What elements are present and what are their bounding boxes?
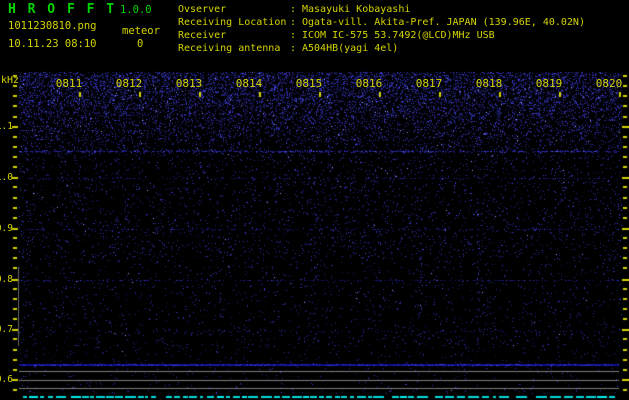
y-axis-unit-label: kHz: [1, 75, 20, 86]
info-label: Receiver: [178, 30, 227, 41]
info-value: Ogata-vill. Akita-Pref. JAPAN (139.96E, …: [302, 17, 585, 28]
app-title: H R O F F T: [8, 2, 117, 17]
meteor-counter-value: 0: [137, 38, 144, 50]
info-separator: :: [290, 4, 297, 15]
info-label: Ovserver: [178, 4, 227, 15]
time-label: 0817: [415, 77, 443, 90]
info-row-antenna: Receiving antenna: A504HB(yagi 4el): [178, 42, 585, 55]
time-label: 0811: [55, 77, 83, 90]
info-row-observer: Ovserver: Masayuki Kobayashi: [178, 3, 585, 16]
info-separator: :: [290, 17, 297, 28]
freq-label: 1.1: [0, 121, 13, 132]
station-info-block: Ovserver: Masayuki Kobayashi Receiving Lo…: [178, 3, 585, 55]
freq-label: 0.6: [0, 374, 13, 385]
info-label: Receiving Location: [178, 17, 287, 28]
time-label: 0819: [535, 77, 563, 90]
time-label: 0816: [355, 77, 383, 90]
freq-label: 0.9: [0, 223, 13, 234]
time-label: 0812: [115, 77, 143, 90]
info-value: A504HB(yagi 4el): [302, 43, 399, 54]
meteor-counter-label: meteor: [122, 25, 160, 37]
time-label: 0820: [595, 77, 623, 90]
hrofft-output-screen: H R O F F T 1.0.0 1011230810.png meteor …: [0, 0, 629, 400]
freq-label: 1.0: [0, 172, 13, 183]
spectrogram-canvas: [0, 0, 629, 400]
app-version: 1.0.0: [120, 4, 152, 16]
freq-label: 0.7: [0, 324, 13, 335]
info-value: ICOM IC-575 53.7492(@LCD)MHz USB: [302, 30, 495, 41]
info-value: Masayuki Kobayashi: [302, 4, 411, 15]
info-label: Receiving antenna: [178, 43, 281, 54]
freq-label: 0.8: [0, 274, 13, 285]
time-label: 0815: [295, 77, 323, 90]
info-row-receiver: Receiver: ICOM IC-575 53.7492(@LCD)MHz US…: [178, 29, 585, 42]
observation-datetime: 10.11.23 08:10: [8, 38, 97, 50]
info-separator: :: [290, 43, 297, 54]
time-label: 0818: [475, 77, 503, 90]
output-filename: 1011230810.png: [8, 20, 97, 32]
time-label: 0814: [235, 77, 263, 90]
info-separator: :: [290, 30, 297, 41]
info-row-location: Receiving Location: Ogata-vill. Akita-Pre…: [178, 16, 585, 29]
time-label: 0813: [175, 77, 203, 90]
